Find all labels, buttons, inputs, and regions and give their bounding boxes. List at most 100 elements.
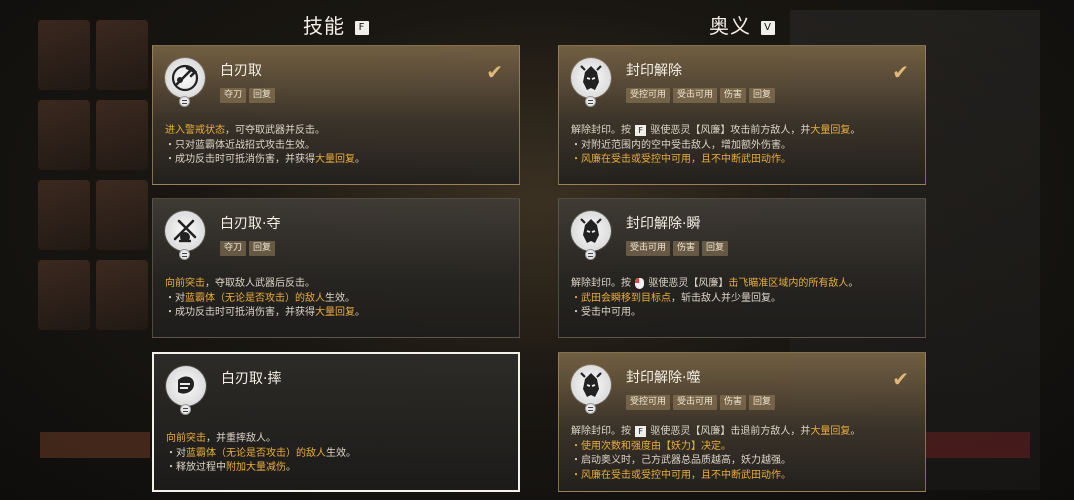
description-text: 驱使恶灵【风廉】攻击前方敌人，并 (647, 125, 811, 136)
description-text: 蓝霸体（无论是否攻击）的敌人 (185, 292, 325, 304)
description-line: ・风廉在受击或受控中可用，且不中断武田动作。 (571, 153, 915, 168)
description-text: 驱使恶灵【风廉】 (645, 278, 729, 289)
description-text: ・对 (166, 447, 186, 459)
card-description: 解除封印。按 F 驱使恶灵【风廉】击退前方敌人，并大量回复。 ・使用次数和强度由【… (571, 425, 915, 483)
description-text: ，可夺取武器并反击。 (225, 125, 325, 136)
tag: 回复 (249, 88, 276, 103)
description-text: ，斩击敌人并少量回复。 (671, 292, 781, 304)
description-text: ・对 (165, 292, 185, 304)
arcana-card[interactable]: 封印解除·瞬 受击可用 伤害 回复 解除封印。按 驱使恶灵【风廉】击飞瞄准区域内的所有敌… (558, 198, 926, 338)
description-line: 解除封印。按 F 驱使恶灵【风廉】攻击前方敌人，并大量回复。 (571, 124, 915, 139)
description-text: 大量回复 (315, 307, 355, 318)
tag: 伤害 (720, 395, 747, 410)
tag-list: 受控可用 受击可用 伤害 回复 (626, 395, 776, 410)
tag: 回复 (749, 88, 776, 103)
description-text: 。 (850, 125, 861, 136)
mouse-left-icon (635, 277, 645, 289)
details-icon[interactable] (585, 96, 596, 107)
description-text: 。 (850, 426, 861, 437)
description-line: ・受击中可用。 (571, 306, 915, 321)
description-line: ・对蓝霸体（无论是否攻击）的敌人生效。 (166, 447, 508, 462)
description-text: 进入警戒状态 (165, 125, 225, 136)
description-text: 。 (286, 462, 296, 473)
arcana-header-label: 奥义 (709, 14, 751, 38)
description-text: ・启动奥义时，己方武器总品质越高，妖力越强。 (571, 455, 791, 466)
arcana-key-hint: V (761, 20, 775, 35)
description-text: ・使用次数和强度由【妖力】决定。 (571, 440, 731, 452)
tag: 回复 (749, 395, 776, 410)
arcana-card[interactable]: 封印解除 受控可用 受击可用 伤害 回复 ✔ 解除封印。按 F 驱使恶灵【风廉】攻击前方敌人… (558, 45, 926, 185)
tag-list: 夺刀 回复 (220, 88, 276, 103)
description-text: 大量回复 (810, 426, 851, 437)
details-icon[interactable] (585, 249, 596, 260)
background-button (40, 432, 150, 458)
details-icon[interactable] (585, 403, 596, 414)
card-description: 向前突击，并重摔敌人。 ・对蓝霸体（无论是否攻击）的敌人生效。 ・释放过程中附加大量… (166, 432, 508, 476)
description-text: ，并重摔敌人。 (206, 433, 276, 444)
background-portrait (96, 260, 148, 330)
tag-list: 受控可用 受击可用 伤害 回复 (626, 88, 776, 103)
description-text: ・风廉在受击或受控中可用，且不中断武田动作。 (571, 469, 791, 481)
skills-key-hint: F (355, 20, 369, 35)
description-text: 解除封印。按 (571, 278, 635, 289)
card-title: 白刃取·夺 (220, 216, 281, 232)
skills-card[interactable]: 白刃取·摔 向前突击，并重摔敌人。 ・对蓝霸体（无论是否攻击）的敌人生效。 ・释放过程… (152, 352, 520, 492)
details-icon[interactable] (179, 96, 190, 107)
tag: 受控可用 (626, 88, 671, 103)
tag-list: 夺刀 回复 (220, 241, 276, 256)
description-line: ・风廉在受击或受控中可用，且不中断武田动作。 (571, 469, 915, 484)
details-icon[interactable] (180, 404, 191, 415)
key-hint-icon: F (635, 124, 647, 136)
skills-card[interactable]: 白刃取 夺刀 回复 ✔ 进入警戒状态，可夺取武器并反击。 ・只对蓝霸体近战招式攻击生效。・… (152, 45, 520, 185)
tag: 受控可用 (626, 395, 671, 410)
background-portrait (38, 100, 90, 170)
skills-header: 技能 F (303, 10, 369, 39)
description-text: ・受击中可用。 (571, 307, 641, 318)
background-portrait (96, 100, 148, 170)
description-text: ，夺取敌人武器后反击。 (205, 278, 315, 289)
description-text: 大量回复 (315, 154, 355, 165)
description-text: 向前突击 (166, 433, 206, 444)
tag: 伤害 (720, 88, 747, 103)
description-text: 。 (355, 154, 365, 165)
tag: 受击可用 (673, 88, 718, 103)
description-line: ・启动奥义时，己方武器总品质越高，妖力越强。 (571, 454, 915, 469)
card-description: 进入警戒状态，可夺取武器并反击。 ・只对蓝霸体近战招式攻击生效。 ・成功反击时可抵消… (165, 124, 509, 168)
description-text: ・对附近范围内的空中受击敌人，增加额外伤害。 (571, 139, 791, 151)
tag: 回复 (249, 241, 276, 256)
description-text: ・武田会瞬移到目标点 (571, 292, 671, 304)
background-portrait (38, 260, 90, 330)
description-text: 蓝霸体（无论是否攻击）的敌人 (186, 447, 326, 459)
description-line: 解除封印。按 F 驱使恶灵【风廉】击退前方敌人，并大量回复。 (571, 425, 915, 440)
description-text: 。 (355, 307, 365, 318)
description-text: 。 (848, 278, 859, 289)
description-line: ・对蓝霸体（无论是否攻击）的敌人生效。 (165, 292, 509, 307)
card-title: 封印解除·瞬 (626, 216, 701, 232)
description-line: ・对附近范围内的空中受击敌人，增加额外伤害。 (571, 139, 915, 154)
check-icon: ✔ (486, 60, 503, 84)
card-description: 解除封印。按 驱使恶灵【风廉】击飞瞄准区域内的所有敌人。・武田会瞬移到目标点，斩… (571, 277, 915, 321)
demon-mask-icon (571, 365, 611, 405)
description-line: ・武田会瞬移到目标点，斩击敌人并少量回复。 (571, 292, 915, 307)
description-text: 击飞瞄准区域内的所有敌人 (728, 278, 849, 289)
tag: 夺刀 (220, 241, 247, 256)
description-text: 向前突击 (165, 278, 205, 289)
description-text: ・风廉在受击或受控中可用，且不中断武田动作。 (571, 154, 791, 165)
background-portrait (38, 20, 90, 90)
details-icon[interactable] (179, 249, 190, 260)
description-line: 向前突击，并重摔敌人。 (166, 432, 508, 447)
description-text: 大量回复 (810, 125, 851, 136)
skills-header-label: 技能 (303, 14, 345, 38)
description-line: ・成功反击时可抵消伤害，并获得大量回复。 (165, 306, 509, 321)
blade-snatch-icon (165, 211, 205, 251)
background-portrait (96, 20, 148, 90)
description-text: 驱使恶灵【风廉】击退前方敌人，并 (647, 426, 811, 437)
description-text: 解除封印。按 (571, 125, 635, 136)
tag: 受击可用 (673, 395, 718, 410)
skills-card[interactable]: 白刃取·夺夺刀 回复向前突击，夺取敌人武器后反击。・对蓝霸体（无论是否攻击）的敌人… (152, 198, 520, 338)
arcana-card[interactable]: 封印解除·噬 受控可用 受击可用 伤害 回复 ✔ 解除封印。按 F 驱使恶灵【风廉】击退前方… (558, 352, 926, 492)
demon-mask-icon (571, 211, 611, 251)
demon-mask-icon (571, 58, 611, 98)
key-hint-icon: F (635, 425, 647, 437)
tag: 回复 (702, 241, 729, 256)
